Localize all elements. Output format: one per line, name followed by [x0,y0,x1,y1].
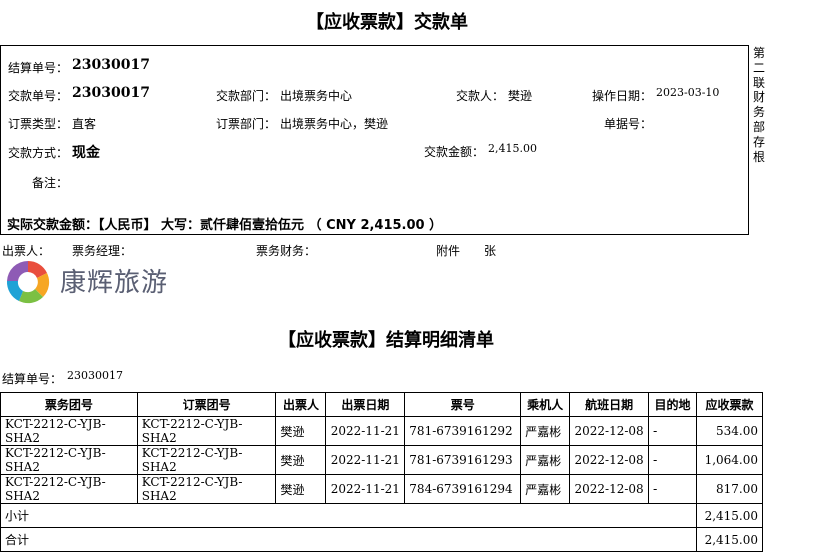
order-dept-label: 订票部门： [216,117,277,131]
amount-value: 2,415.00 [488,142,537,155]
cell-order-group: KCT-2212-C-YJB-SHA2 [136,474,277,504]
subtotal-label: 小计 [0,503,697,528]
cell-destination: - [648,416,697,446]
cell-flight-date: 2022-12-08 [569,474,650,504]
cell-issue-date: 2022-11-21 [325,416,406,446]
brand-name: 康辉旅游 [60,268,169,298]
col-header: 订票团号 [136,392,277,417]
pay-method-value: 现金 [72,145,100,161]
doc-no-label: 单据号： [604,117,653,131]
cell-ticket-group: KCT-2212-C-YJB-SHA2 [0,445,138,475]
total-row: 合计 2,415.00 [0,527,764,552]
cell-passenger: 严嘉彬 [520,474,571,504]
cell-ticket-no: 781-6739161293 [404,445,522,475]
col-header: 航班日期 [569,392,650,417]
cell-destination: - [648,474,697,504]
brand-logo-icon [3,257,53,310]
side-note: 第二联财务部存根 [752,46,765,164]
cell-destination: - [648,445,697,475]
cell-order-group: KCT-2212-C-YJB-SHA2 [136,416,277,446]
cell-flight-date: 2022-12-08 [569,445,650,475]
pay-no-value: 23030017 [72,85,150,101]
attachment-label: 附件 [436,244,461,258]
sheet-label: 张 [484,244,497,258]
table-header-row: 票务团号 订票团号 出票人 出票日期 票号 乘机人 航班日期 目的地 应收票款 [0,392,764,417]
subtotal-row: 小计 2,415.00 [0,503,764,528]
col-header: 出票人 [275,392,327,417]
cell-receivable: 1,064.00 [695,445,764,475]
order-dept-value: 出境票务中心，樊逊 [280,117,389,131]
col-header: 票务团号 [0,392,138,417]
manager-label: 票务经理： [72,244,133,258]
op-date-label: 操作日期： [592,89,653,103]
cell-issuer: 樊逊 [275,474,327,504]
col-header: 目的地 [648,392,697,417]
actual-amount-text: 实际交款金额：【人民币】 大写：贰仟肆佰壹拾伍元 （ CNY 2,415.00 … [7,218,443,233]
cell-issue-date: 2022-11-21 [325,445,406,475]
voucher-box [0,45,749,235]
col-header: 票号 [404,392,522,417]
cell-issuer: 樊逊 [275,416,327,446]
cell-ticket-group: KCT-2212-C-YJB-SHA2 [0,416,138,446]
order-type-label: 订票类型： [8,117,69,131]
cell-passenger: 严嘉彬 [520,416,571,446]
cell-issue-date: 2022-11-21 [325,474,406,504]
detail-settle-no-label: 结算单号： [2,372,63,386]
finance-label: 票务财务： [256,244,317,258]
detail-settle-no-value: 23030017 [67,369,123,382]
col-header: 出票日期 [325,392,406,417]
col-header: 应收票款 [695,392,764,417]
detail-table: 票务团号 订票团号 出票人 出票日期 票号 乘机人 航班日期 目的地 应收票款 … [0,392,764,552]
table-row: KCT-2212-C-YJB-SHA2 KCT-2212-C-YJB-SHA2 … [0,445,764,475]
cell-ticket-group: KCT-2212-C-YJB-SHA2 [0,474,138,504]
cell-issuer: 樊逊 [275,445,327,475]
cell-receivable: 534.00 [695,416,764,446]
total-label: 合计 [0,527,697,552]
col-header: 乘机人 [520,392,571,417]
cell-receivable: 817.00 [695,474,764,504]
pay-dept-label: 交款部门： [216,89,277,103]
cell-order-group: KCT-2212-C-YJB-SHA2 [136,445,277,475]
detail-title: 【应收票款】结算明细清单 [278,330,494,351]
cell-flight-date: 2022-12-08 [569,416,650,446]
pay-no-label: 交款单号： [8,89,69,103]
table-row: KCT-2212-C-YJB-SHA2 KCT-2212-C-YJB-SHA2 … [0,474,764,504]
op-date-value: 2023-03-10 [656,86,720,99]
order-type-value: 直客 [72,117,97,131]
payer-value: 樊逊 [508,89,533,103]
total-value: 2,415.00 [695,527,764,552]
remark-label: 备注： [32,176,69,190]
voucher-title: 【应收票款】交款单 [306,12,468,33]
cell-ticket-no: 781-6739161292 [404,416,522,446]
cell-passenger: 严嘉彬 [520,445,571,475]
subtotal-value: 2,415.00 [695,503,764,528]
pay-dept-value: 出境票务中心 [280,89,353,103]
pay-method-label: 交款方式： [8,146,69,160]
settle-no-value: 23030017 [72,57,150,73]
amount-label: 交款金额： [424,145,485,159]
payer-label: 交款人： [456,89,505,103]
cell-ticket-no: 784-6739161294 [404,474,522,504]
settle-no-label: 结算单号： [8,61,69,75]
table-row: KCT-2212-C-YJB-SHA2 KCT-2212-C-YJB-SHA2 … [0,416,764,446]
